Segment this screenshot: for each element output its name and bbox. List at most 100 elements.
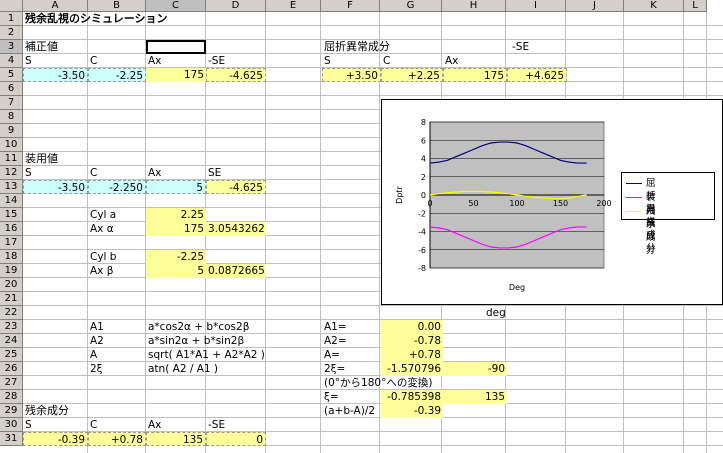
- cell-g25[interactable]: +0.78: [381, 348, 443, 362]
- column-header-g[interactable]: G: [380, 0, 442, 12]
- cell-f27[interactable]: (0°から180°への変換): [322, 376, 502, 390]
- row-header-31[interactable]: 31: [0, 432, 23, 446]
- cell-f3[interactable]: 屈折異常成分: [322, 40, 422, 54]
- row-header-18[interactable]: 18: [0, 250, 23, 264]
- row-header-13[interactable]: 13: [0, 180, 23, 194]
- cell-b16[interactable]: Ax α: [88, 222, 146, 236]
- cell-c24[interactable]: a*sin2α + b*sin2β: [146, 334, 316, 348]
- cell-f25[interactable]: A=: [322, 348, 380, 362]
- cell-d12[interactable]: SE: [206, 166, 266, 180]
- cell-a30[interactable]: S: [23, 418, 88, 432]
- row-header-29[interactable]: 29: [0, 404, 23, 418]
- active-cell-c3[interactable]: [146, 40, 206, 54]
- row-header-12[interactable]: 12: [0, 166, 23, 180]
- row-header-16[interactable]: 16: [0, 222, 23, 236]
- row-header-23[interactable]: 23: [0, 320, 23, 334]
- cell-d30[interactable]: -SE: [206, 418, 266, 432]
- row-header-3[interactable]: 3: [0, 40, 23, 54]
- cell-g4[interactable]: C: [381, 54, 441, 68]
- cell-b13[interactable]: -2.250: [88, 180, 146, 194]
- cell-c13[interactable]: 5: [146, 180, 206, 194]
- row-header-9[interactable]: 9: [0, 124, 23, 138]
- cell-c19[interactable]: 5: [146, 264, 206, 278]
- row-header-15[interactable]: 15: [0, 208, 23, 222]
- cell-f23[interactable]: A1=: [322, 320, 380, 334]
- row-header-1[interactable]: 1: [0, 12, 23, 26]
- cell-f26[interactable]: 2ξ=: [322, 362, 380, 376]
- cell-c18[interactable]: -2.25: [146, 250, 206, 264]
- cell-h5[interactable]: 175: [443, 68, 507, 82]
- cell-b5[interactable]: -2.25: [88, 68, 146, 82]
- column-header-i[interactable]: I: [506, 0, 566, 12]
- cell-b15[interactable]: Cyl a: [88, 208, 146, 222]
- row-header-22[interactable]: 22: [0, 306, 23, 320]
- cell-d16[interactable]: 3.0543262: [206, 222, 266, 236]
- cell-g23[interactable]: 0.00: [381, 320, 443, 334]
- cell-b24[interactable]: A2: [88, 334, 146, 348]
- sheet-title[interactable]: 残余乱視のシミュレーション: [23, 12, 223, 26]
- cell-f28[interactable]: ξ=: [322, 390, 380, 404]
- cell-g28[interactable]: -0.785398: [381, 390, 443, 404]
- cell-b30[interactable]: C: [88, 418, 146, 432]
- column-header-h[interactable]: H: [442, 0, 506, 12]
- row-header-19[interactable]: 19: [0, 264, 23, 278]
- cell-d4[interactable]: -SE: [206, 54, 266, 68]
- row-header-20[interactable]: 20: [0, 278, 23, 292]
- cell-d31[interactable]: 0: [206, 432, 266, 446]
- cell-b12[interactable]: C: [88, 166, 146, 180]
- row-header-14[interactable]: 14: [0, 194, 23, 208]
- row-header-2[interactable]: 2: [0, 26, 23, 40]
- cell-b25[interactable]: A: [88, 348, 146, 362]
- cell-d13[interactable]: -4.625: [206, 180, 266, 194]
- embedded-chart[interactable]: 8 6 4 2 0 -2 -4 -6 -8 0 50 100 150 200 Deg Dptr 屈折異常成分 …: [381, 99, 723, 305]
- row-header-17[interactable]: 17: [0, 236, 23, 250]
- select-all-corner[interactable]: [0, 0, 23, 12]
- chart-legend[interactable]: 屈折異常成分 装用成分 残余成分: [621, 172, 715, 256]
- row-header-7[interactable]: 7: [0, 96, 23, 110]
- cell-c4[interactable]: Ax: [146, 54, 204, 68]
- cell-c15[interactable]: 2.25: [146, 208, 206, 222]
- row-header-5[interactable]: 5: [0, 68, 23, 82]
- row-header-28[interactable]: 28: [0, 390, 23, 404]
- cell-c16[interactable]: 175: [146, 222, 206, 236]
- cell-i5[interactable]: +4.625: [507, 68, 567, 82]
- cell-c23[interactable]: a*cos2α + b*cos2β: [146, 320, 316, 334]
- row-header-24[interactable]: 24: [0, 334, 23, 348]
- cell-h4[interactable]: Ax: [443, 54, 503, 68]
- cell-c25[interactable]: sqrt( A1*A1 + A2*A2 ): [146, 348, 316, 362]
- cell-h22[interactable]: deg: [484, 306, 514, 320]
- cell-i3[interactable]: -SE: [510, 40, 570, 54]
- cell-a13[interactable]: -3.50: [23, 180, 88, 194]
- row-header-11[interactable]: 11: [0, 152, 23, 166]
- cell-c12[interactable]: Ax: [146, 166, 204, 180]
- cell-a12[interactable]: S: [23, 166, 88, 180]
- row-header-10[interactable]: 10: [0, 138, 23, 152]
- row-header-26[interactable]: 26: [0, 362, 23, 376]
- cell-b4[interactable]: C: [88, 54, 146, 68]
- column-header-f[interactable]: F: [321, 0, 380, 12]
- cell-a3[interactable]: 補正値: [23, 40, 88, 54]
- row-header-8[interactable]: 8: [0, 110, 23, 124]
- cell-f4[interactable]: S: [322, 54, 380, 68]
- cell-c31[interactable]: 135: [146, 432, 206, 446]
- cell-h26[interactable]: -90: [443, 362, 507, 376]
- cell-b18[interactable]: Cyl b: [88, 250, 146, 264]
- cell-c30[interactable]: Ax: [146, 418, 204, 432]
- row-header-21[interactable]: 21: [0, 292, 23, 306]
- cell-h28[interactable]: 135: [443, 390, 507, 404]
- cell-a11[interactable]: 装用値: [23, 152, 88, 166]
- cell-f24[interactable]: A2=: [322, 334, 380, 348]
- column-header-a[interactable]: A: [23, 0, 88, 12]
- cell-g29[interactable]: -0.39: [381, 404, 443, 418]
- cell-a29[interactable]: 残余成分: [23, 404, 88, 418]
- column-header-l[interactable]: L: [684, 0, 707, 12]
- column-header-j[interactable]: J: [566, 0, 624, 12]
- cell-d5[interactable]: -4.625: [206, 68, 266, 82]
- cell-a4[interactable]: S: [23, 54, 88, 68]
- cell-c26[interactable]: atn( A2 / A1 ): [146, 362, 316, 376]
- cell-d19[interactable]: 0.0872665: [206, 264, 266, 278]
- cell-b19[interactable]: Ax β: [88, 264, 146, 278]
- cell-f29[interactable]: (a+b-A)/2: [322, 404, 380, 418]
- cell-b31[interactable]: +0.78: [88, 432, 146, 446]
- cell-b23[interactable]: A1: [88, 320, 146, 334]
